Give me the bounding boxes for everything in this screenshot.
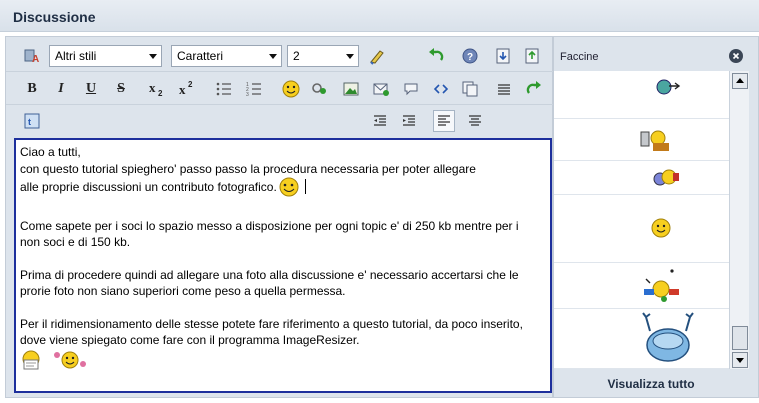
toolbar-row-2: B I U S x2 x2 123 (6, 74, 554, 105)
editor-line (20, 349, 546, 376)
svg-text:x: x (149, 80, 156, 95)
party-smiley-icon (53, 349, 87, 376)
image-icon[interactable] (340, 78, 362, 100)
toggle-source-icon[interactable]: t (21, 110, 43, 132)
subscript-button[interactable]: x2 (146, 78, 168, 100)
align-left-icon[interactable] (433, 110, 455, 132)
superscript-button[interactable]: x2 (176, 78, 198, 100)
view-all-button[interactable]: Visualizza tutto (601, 374, 701, 394)
smiley-item[interactable] (554, 71, 729, 119)
editor-line: Prima di procedere quindi ad allegare un… (20, 267, 519, 282)
editor-line: non soci e di 150 kb. (20, 235, 131, 249)
editor-line: alle proprie discussioni un contributo f… (20, 177, 546, 202)
scroll-thumb[interactable] (732, 326, 748, 350)
size-select[interactable]: 2 (287, 45, 359, 67)
editor-line: Ciao a tutti, (20, 145, 81, 159)
svg-text:?: ? (467, 52, 473, 63)
editor-line: Per il ridimensionamento delle stesse po… (20, 316, 523, 331)
svg-text:2: 2 (158, 89, 163, 98)
size-select-value: 2 (293, 49, 300, 63)
smiley-icon[interactable] (280, 78, 302, 100)
smilies-header: Faccine (554, 37, 759, 71)
editor-line: con questo tutorial spieghero' passo pas… (20, 161, 476, 176)
style-select-value: Altri stili (55, 49, 97, 63)
undo-icon[interactable] (425, 45, 447, 67)
message-editor[interactable]: Ciao a tutti, con questo tutorial spiegh… (14, 138, 552, 393)
smiley-item[interactable] (554, 309, 729, 369)
svg-text:3: 3 (246, 92, 249, 98)
italic-button[interactable]: I (50, 78, 72, 100)
editor-line-text: alle proprie discussioni un contributo f… (20, 180, 277, 194)
arrow-down-icon (736, 358, 744, 363)
remove-format-icon[interactable] (366, 45, 388, 67)
quote-icon[interactable] (400, 78, 422, 100)
title-bar: Discussione (0, 0, 759, 32)
font-select-value: Caratteri (177, 49, 224, 63)
svg-text:x: x (179, 82, 186, 97)
toolbar-row-1: A Altri stili Caratteri 2 ? (6, 41, 554, 72)
align-justify-icon[interactable] (493, 78, 515, 100)
outdent-icon[interactable] (369, 110, 391, 132)
smilies-scrollbar[interactable] (729, 71, 749, 369)
scroll-up-button[interactable] (732, 73, 748, 89)
upload-icon[interactable] (521, 45, 543, 67)
font-select[interactable]: Caratteri (171, 45, 282, 67)
copy-icon[interactable] (459, 78, 481, 100)
bold-button[interactable]: B (21, 78, 43, 100)
smiley-icon (277, 177, 301, 202)
toolbar-row-3: t (6, 106, 554, 137)
download-icon[interactable] (492, 45, 514, 67)
svg-text:2: 2 (188, 80, 193, 89)
code-icon[interactable] (430, 78, 452, 100)
smilies-panel: Faccine Visualizza tutto (553, 36, 759, 398)
strikethrough-button[interactable]: S (110, 78, 132, 100)
smiley-item[interactable] (554, 263, 729, 309)
close-icon[interactable] (729, 49, 743, 63)
help-icon[interactable]: ? (459, 45, 481, 67)
chevron-down-icon (346, 54, 354, 59)
smiley-item[interactable] (554, 161, 729, 195)
style-select[interactable]: Altri stili (49, 45, 162, 67)
arrow-up-icon (736, 78, 744, 83)
styles-icon[interactable]: A (21, 45, 43, 67)
numbered-list-icon[interactable]: 123 (243, 78, 265, 100)
redo-icon[interactable] (523, 78, 545, 100)
text-caret (304, 179, 306, 194)
reading-smiley-icon (20, 349, 42, 376)
scroll-down-button[interactable] (732, 352, 748, 368)
page-title: Discussione (13, 9, 96, 25)
indent-icon[interactable] (398, 110, 420, 132)
editor-line: dove viene spiegato come fare con il pro… (20, 333, 360, 347)
bullet-list-icon[interactable] (213, 78, 235, 100)
align-center-icon[interactable] (464, 110, 486, 132)
svg-text:A: A (32, 54, 39, 65)
editor-line: prorie foto non siano superiori come pes… (20, 284, 346, 298)
smiley-item[interactable] (554, 195, 729, 263)
svg-text:t: t (28, 117, 31, 127)
editor-line: Come sapete per i soci lo spazio messo a… (20, 218, 519, 233)
email-icon[interactable] (370, 78, 392, 100)
underline-button[interactable]: U (80, 78, 102, 100)
smilies-title: Faccine (560, 51, 599, 63)
link-icon[interactable] (309, 78, 331, 100)
smiley-item[interactable] (554, 119, 729, 161)
chevron-down-icon (269, 54, 277, 59)
chevron-down-icon (149, 54, 157, 59)
smilies-list (554, 71, 729, 369)
